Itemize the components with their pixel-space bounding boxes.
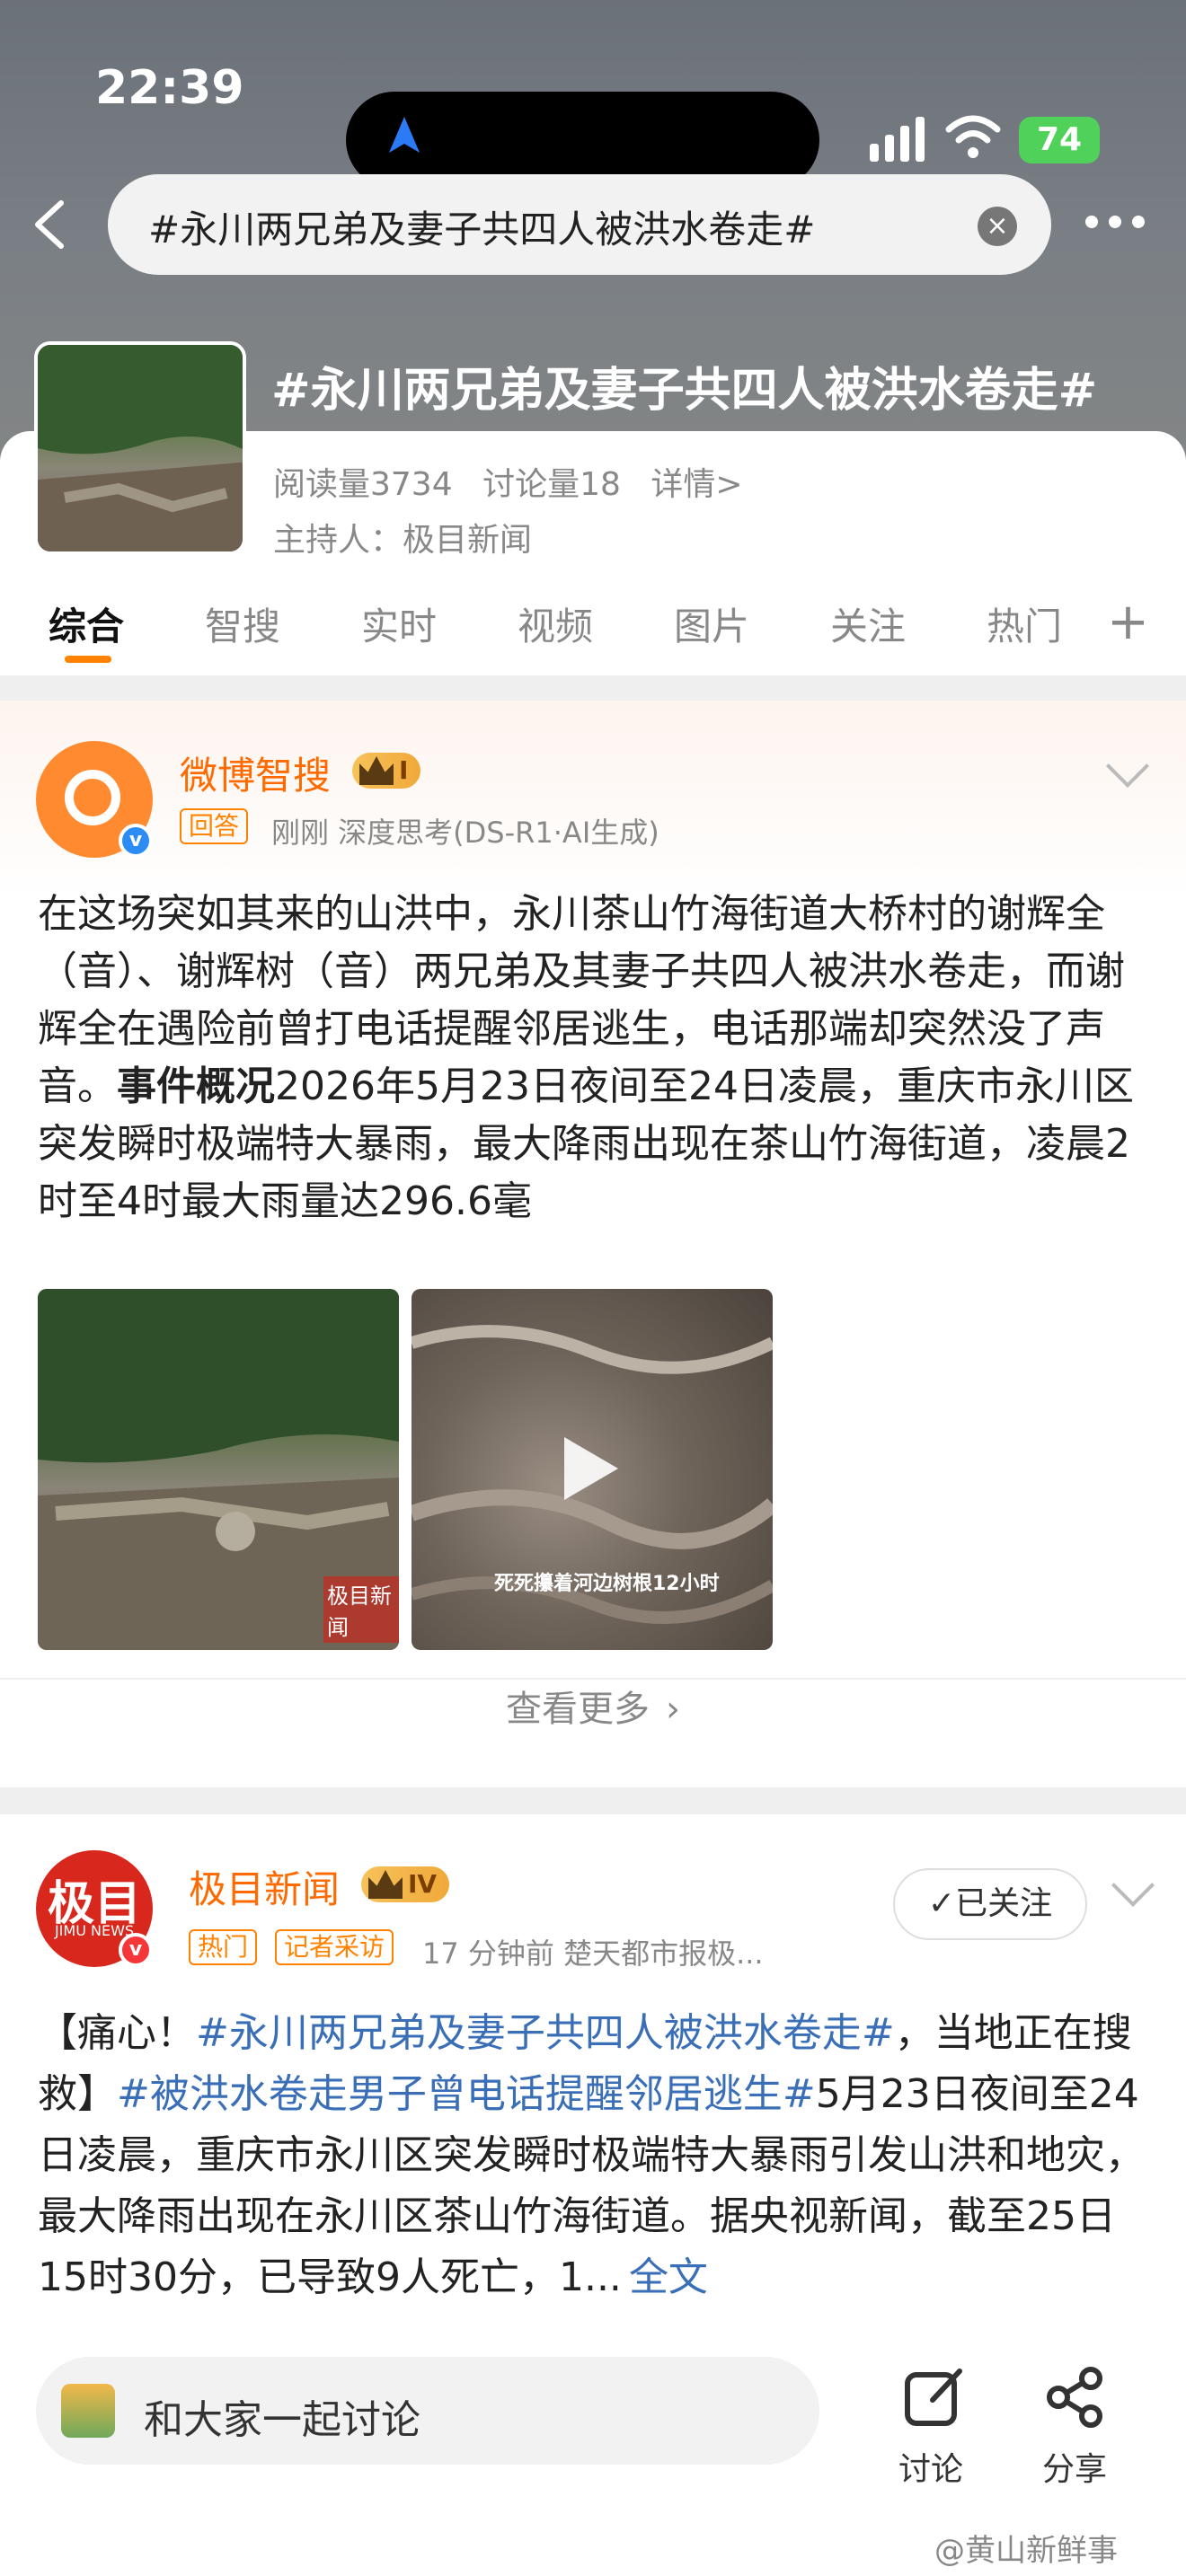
search-input[interactable]: #永川两兄弟及妻子共四人被洪水卷走# ×: [108, 174, 1051, 275]
chevron-down-icon[interactable]: [1111, 1863, 1155, 1908]
username[interactable]: 极目新闻: [189, 1859, 340, 1914]
post-text-bold: 事件概况: [117, 1063, 275, 1109]
search-query: #永川两兄弟及妻子共四人被洪水卷走#: [148, 207, 816, 251]
follow-button[interactable]: ✓已关注: [893, 1868, 1087, 1940]
discussion-placeholder: 和大家一起讨论: [144, 2397, 420, 2443]
signal-icon: [870, 117, 925, 162]
see-more-button[interactable]: 查看更多 ›: [0, 1680, 1186, 1732]
discussion-input[interactable]: 和大家一起讨论: [36, 2357, 819, 2465]
search-icon: [65, 770, 120, 825]
share-icon: [1047, 2367, 1102, 2428]
verified-badge-icon: v: [119, 1933, 153, 1967]
post-body[interactable]: 【痛心！#永川两兄弟及妻子共四人被洪水卷走#，当地正在搜救】#被洪水卷走男子曾电…: [38, 2003, 1152, 2308]
verified-badge-icon: v: [119, 824, 153, 858]
tab-following[interactable]: 关注: [830, 596, 906, 651]
divider: [0, 1787, 1186, 1814]
watermark: @黄山新鲜事: [934, 2533, 1118, 2569]
navigation-arrow-icon: [389, 117, 420, 153]
divider: [0, 675, 1186, 701]
hot-tag: 热门: [189, 1929, 258, 1965]
share-button[interactable]: 分享: [1012, 2353, 1137, 2488]
topic-title: #永川两兄弟及妻子共四人被洪水卷走#: [271, 364, 1098, 418]
hashtag-link[interactable]: #被洪水卷走男子曾电话提醒邻居逃生#: [117, 2071, 816, 2117]
crown-icon: [359, 756, 394, 785]
post-card-news: 极目 JIMU NEWS v 极目新闻 IV 热门 记者采访 17 分钟前 楚天…: [0, 1814, 1186, 2335]
vip-badge: I: [352, 753, 421, 789]
tab-bar: 综合 智搜 实时 视频 图片 关注 热门 +: [0, 584, 1186, 674]
status-bar: 22:39 74: [0, 54, 1186, 189]
image-watermark: 极目新闻: [323, 1576, 399, 1643]
search-row: #永川两兄弟及妻子共四人被洪水卷走# ×: [0, 171, 1186, 278]
user-avatar-icon: [61, 2384, 115, 2438]
active-tab-indicator: [65, 656, 111, 663]
bottom-bar: 和大家一起讨论 讨论 分享 @黄山新鲜事: [0, 2335, 1186, 2576]
vip-level: I: [399, 755, 409, 785]
clear-icon[interactable]: ×: [978, 207, 1017, 246]
post-text: 【痛心！: [38, 2010, 196, 2056]
tab-video[interactable]: 视频: [518, 596, 593, 651]
add-tab-icon[interactable]: +: [1107, 593, 1149, 651]
avatar[interactable]: v: [36, 741, 153, 858]
discuss-button[interactable]: 讨论: [868, 2353, 994, 2488]
tab-realtime[interactable]: 实时: [361, 596, 437, 651]
details-link[interactable]: 详情>: [651, 466, 742, 503]
avatar[interactable]: 极目 JIMU NEWS v: [36, 1850, 153, 1967]
more-options-icon[interactable]: [1085, 216, 1157, 234]
username[interactable]: 微博智搜: [180, 745, 331, 800]
video-caption: 死死攥着河边树根12小时: [494, 1573, 720, 1595]
see-more-label: 查看更多: [506, 1689, 650, 1730]
post-card-ai: v 微博智搜 I 回答 刚刚 深度思考(DS-R1·AI生成) 在这场突如其来的…: [0, 701, 1186, 1787]
discussion-count: 讨论量18: [482, 466, 621, 503]
topic-host[interactable]: 主持人：极目新闻: [273, 514, 532, 560]
crown-icon: [368, 1870, 403, 1899]
interview-tag: 记者采访: [275, 1929, 394, 1965]
hashtag-link[interactable]: #永川两兄弟及妻子共四人被洪水卷走#: [196, 2010, 895, 2056]
back-icon[interactable]: [27, 198, 72, 251]
battery-level: 74: [1036, 121, 1083, 158]
read-count: 阅读量3734: [273, 466, 453, 503]
vip-level: IV: [408, 1869, 438, 1899]
vip-badge: IV: [361, 1866, 450, 1902]
tab-comprehensive[interactable]: 综合: [49, 596, 124, 651]
share-label: 分享: [1041, 2451, 1107, 2488]
answer-tag: 回答: [180, 808, 249, 844]
landslide-image: [38, 345, 243, 551]
post-video[interactable]: 死死攥着河边树根12小时: [412, 1289, 773, 1650]
battery-indicator: 74: [1019, 117, 1100, 163]
topic-thumbnail[interactable]: [34, 341, 246, 555]
status-time: 22:39: [95, 61, 244, 115]
chevron-down-icon[interactable]: [1105, 744, 1150, 789]
chevron-right-icon: ›: [666, 1689, 680, 1730]
post-body[interactable]: 在这场突如其来的山洪中，永川茶山竹海街道大桥村的谢辉全（音）、谢辉树（音）两兄弟…: [38, 886, 1152, 1231]
compose-icon: [905, 2369, 962, 2426]
topic-stats: 阅读量3734 讨论量18 详情>: [273, 458, 743, 505]
post-image[interactable]: 极目新闻: [38, 1289, 399, 1650]
post-meta: 17 分钟前 楚天都市报极...: [422, 1936, 764, 1971]
discuss-label: 讨论: [898, 2451, 963, 2488]
tab-hot[interactable]: 热门: [987, 596, 1060, 651]
wifi-icon: [945, 115, 1001, 158]
full-text-link[interactable]: 全文: [629, 2254, 708, 2300]
tab-smart-search[interactable]: 智搜: [205, 596, 280, 651]
tab-images[interactable]: 图片: [674, 596, 749, 651]
post-meta: 刚刚 深度思考(DS-R1·AI生成): [271, 816, 659, 850]
